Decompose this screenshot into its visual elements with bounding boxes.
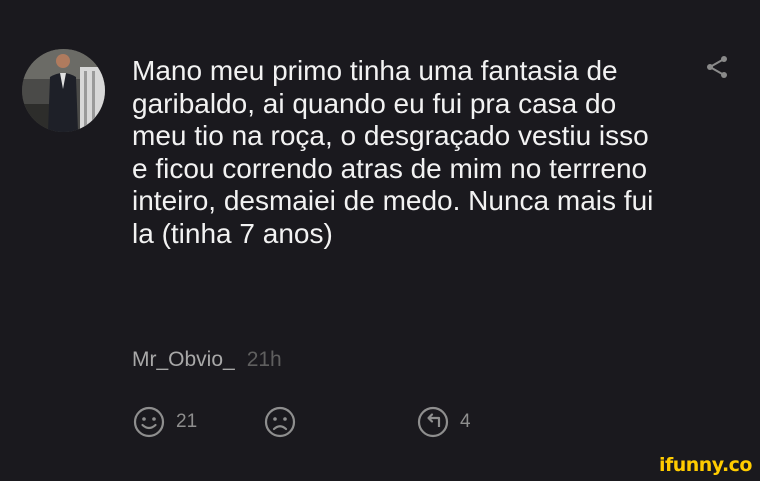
share-icon xyxy=(707,56,727,78)
reply-count: 4 xyxy=(460,411,471,432)
reply-button[interactable]: 4 xyxy=(416,404,471,440)
avatar-photo xyxy=(22,49,105,132)
frown-button[interactable] xyxy=(263,404,297,440)
share-button[interactable] xyxy=(704,54,730,80)
ifunny-watermark: ifunny.co xyxy=(658,454,753,476)
smile-count: 21 xyxy=(176,411,198,432)
frown-face-icon xyxy=(264,406,296,438)
user-avatar[interactable] xyxy=(22,49,105,132)
comment-text: Mano meu primo tinha uma fantasia de gar… xyxy=(132,55,654,249)
smile-face-icon xyxy=(133,406,165,438)
author-name[interactable]: Mr_Obvio_ xyxy=(132,348,235,371)
reply-icon xyxy=(417,406,449,438)
comment-meta: Mr_Obvio_ 21h xyxy=(132,348,282,372)
smile-button[interactable]: 21 xyxy=(132,404,197,440)
comment-time: 21h xyxy=(246,348,282,371)
